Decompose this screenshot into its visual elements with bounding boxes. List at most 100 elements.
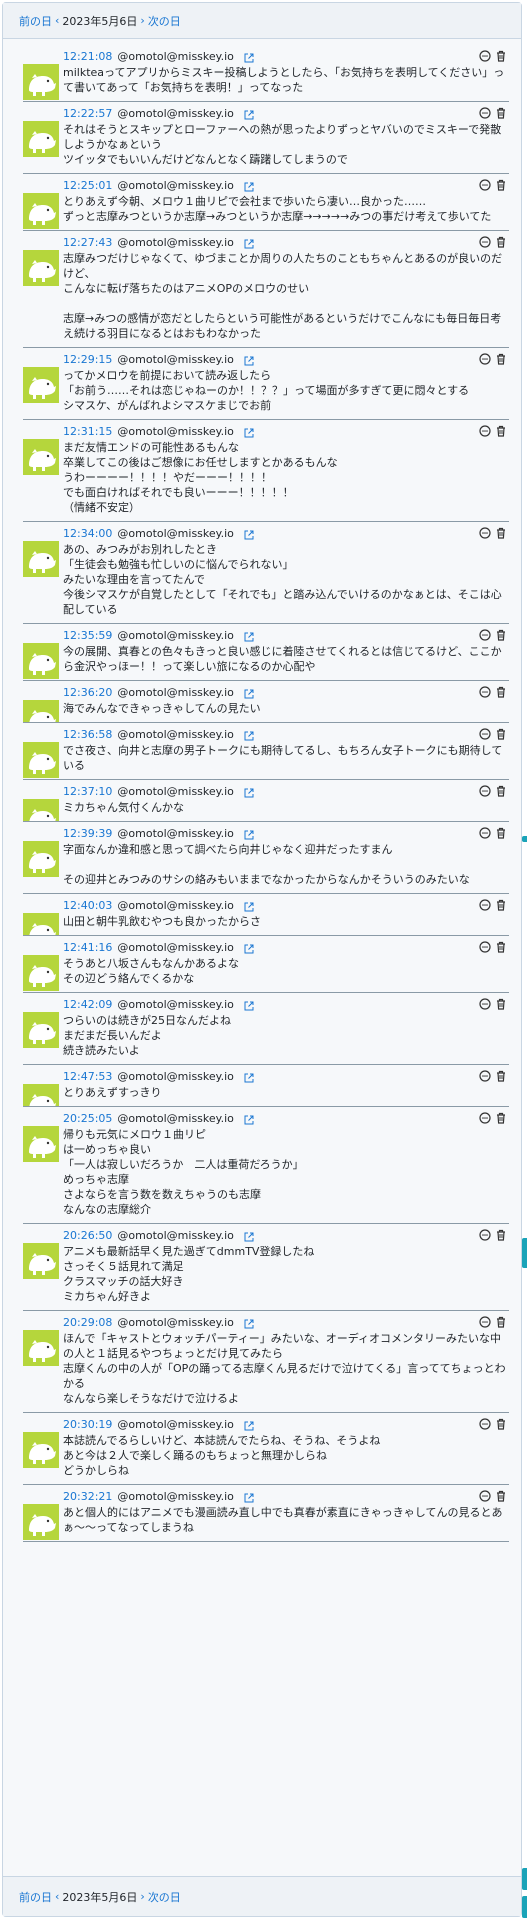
scrollbar-marker[interactable] xyxy=(522,1238,527,1268)
prev-day-link[interactable]: 前の日 xyxy=(19,1889,52,1905)
avatar[interactable] xyxy=(23,955,59,991)
avatar[interactable] xyxy=(23,1012,59,1048)
note-time-link[interactable]: 20:32:21 xyxy=(63,1489,112,1505)
external-link-icon[interactable] xyxy=(244,829,254,840)
next-day-link[interactable]: 次の日 xyxy=(148,1889,181,1905)
quote-icon[interactable] xyxy=(479,629,491,641)
trash-icon[interactable] xyxy=(495,1112,507,1124)
note-time-link[interactable]: 12:36:58 xyxy=(63,727,112,743)
avatar[interactable] xyxy=(23,121,59,157)
scrollbar-marker[interactable] xyxy=(522,1868,527,1890)
external-link-icon[interactable] xyxy=(244,1000,254,1011)
scrollbar-marker[interactable] xyxy=(522,836,527,842)
trash-icon[interactable] xyxy=(495,899,507,911)
avatar[interactable] xyxy=(23,1084,59,1106)
avatar[interactable] xyxy=(23,643,59,679)
quote-icon[interactable] xyxy=(479,899,491,911)
note-time-link[interactable]: 12:29:15 xyxy=(63,352,112,368)
note-time-link[interactable]: 12:25:01 xyxy=(63,178,112,194)
trash-icon[interactable] xyxy=(495,425,507,437)
note-time-link[interactable]: 12:40:03 xyxy=(63,898,112,914)
external-link-icon[interactable] xyxy=(244,688,254,699)
external-link-icon[interactable] xyxy=(244,787,254,798)
quote-icon[interactable] xyxy=(479,686,491,698)
quote-icon[interactable] xyxy=(479,527,491,539)
avatar[interactable] xyxy=(23,193,59,229)
trash-icon[interactable] xyxy=(495,1070,507,1082)
external-link-icon[interactable] xyxy=(244,730,254,741)
trash-icon[interactable] xyxy=(495,353,507,365)
trash-icon[interactable] xyxy=(495,827,507,839)
quote-icon[interactable] xyxy=(479,785,491,797)
external-link-icon[interactable] xyxy=(244,1231,254,1242)
note-time-link[interactable]: 12:36:20 xyxy=(63,685,112,701)
note-time-link[interactable]: 12:27:43 xyxy=(63,235,112,251)
quote-icon[interactable] xyxy=(479,1490,491,1502)
quote-icon[interactable] xyxy=(479,236,491,248)
quote-icon[interactable] xyxy=(479,107,491,119)
external-link-icon[interactable] xyxy=(244,1072,254,1083)
quote-icon[interactable] xyxy=(479,50,491,62)
avatar[interactable] xyxy=(23,913,59,935)
quote-icon[interactable] xyxy=(479,827,491,839)
trash-icon[interactable] xyxy=(495,1229,507,1241)
quote-icon[interactable] xyxy=(479,179,491,191)
avatar[interactable] xyxy=(23,742,59,778)
external-link-icon[interactable] xyxy=(244,52,254,63)
avatar[interactable] xyxy=(23,1432,59,1468)
trash-icon[interactable] xyxy=(495,527,507,539)
avatar[interactable] xyxy=(23,1243,59,1279)
prev-day-link[interactable]: 前の日 xyxy=(19,13,52,29)
external-link-icon[interactable] xyxy=(244,181,254,192)
external-link-icon[interactable] xyxy=(244,529,254,540)
avatar[interactable] xyxy=(23,1504,59,1540)
external-link-icon[interactable] xyxy=(244,1492,254,1503)
quote-icon[interactable] xyxy=(479,998,491,1010)
note-time-link[interactable]: 12:35:59 xyxy=(63,628,112,644)
quote-icon[interactable] xyxy=(479,1229,491,1241)
note-time-link[interactable]: 12:21:08 xyxy=(63,49,112,65)
trash-icon[interactable] xyxy=(495,998,507,1010)
note-time-link[interactable]: 20:25:05 xyxy=(63,1111,112,1127)
quote-icon[interactable] xyxy=(479,1070,491,1082)
avatar[interactable] xyxy=(23,439,59,475)
trash-icon[interactable] xyxy=(495,179,507,191)
note-time-link[interactable]: 12:22:57 xyxy=(63,106,112,122)
external-link-icon[interactable] xyxy=(244,1318,254,1329)
next-day-link[interactable]: 次の日 xyxy=(148,13,181,29)
external-link-icon[interactable] xyxy=(244,109,254,120)
external-link-icon[interactable] xyxy=(244,238,254,249)
quote-icon[interactable] xyxy=(479,728,491,740)
avatar[interactable] xyxy=(23,64,59,100)
quote-icon[interactable] xyxy=(479,1316,491,1328)
note-time-link[interactable]: 12:42:09 xyxy=(63,997,112,1013)
quote-icon[interactable] xyxy=(479,353,491,365)
avatar[interactable] xyxy=(23,799,59,821)
external-link-icon[interactable] xyxy=(244,355,254,366)
note-time-link[interactable]: 20:30:19 xyxy=(63,1417,112,1433)
note-time-link[interactable]: 20:29:08 xyxy=(63,1315,112,1331)
avatar[interactable] xyxy=(23,841,59,877)
note-time-link[interactable]: 12:31:15 xyxy=(63,424,112,440)
note-time-link[interactable]: 12:37:10 xyxy=(63,784,112,800)
trash-icon[interactable] xyxy=(495,236,507,248)
trash-icon[interactable] xyxy=(495,629,507,641)
quote-icon[interactable] xyxy=(479,941,491,953)
note-time-link[interactable]: 20:26:50 xyxy=(63,1228,112,1244)
external-link-icon[interactable] xyxy=(244,631,254,642)
trash-icon[interactable] xyxy=(495,941,507,953)
avatar[interactable] xyxy=(23,367,59,403)
external-link-icon[interactable] xyxy=(244,943,254,954)
external-link-icon[interactable] xyxy=(244,1420,254,1431)
note-time-link[interactable]: 12:47:53 xyxy=(63,1069,112,1085)
external-link-icon[interactable] xyxy=(244,427,254,438)
note-time-link[interactable]: 12:34:00 xyxy=(63,526,112,542)
avatar[interactable] xyxy=(23,250,59,286)
avatar[interactable] xyxy=(23,700,59,722)
external-link-icon[interactable] xyxy=(244,901,254,912)
avatar[interactable] xyxy=(23,1330,59,1366)
note-time-link[interactable]: 12:41:16 xyxy=(63,940,112,956)
trash-icon[interactable] xyxy=(495,1316,507,1328)
trash-icon[interactable] xyxy=(495,50,507,62)
trash-icon[interactable] xyxy=(495,785,507,797)
